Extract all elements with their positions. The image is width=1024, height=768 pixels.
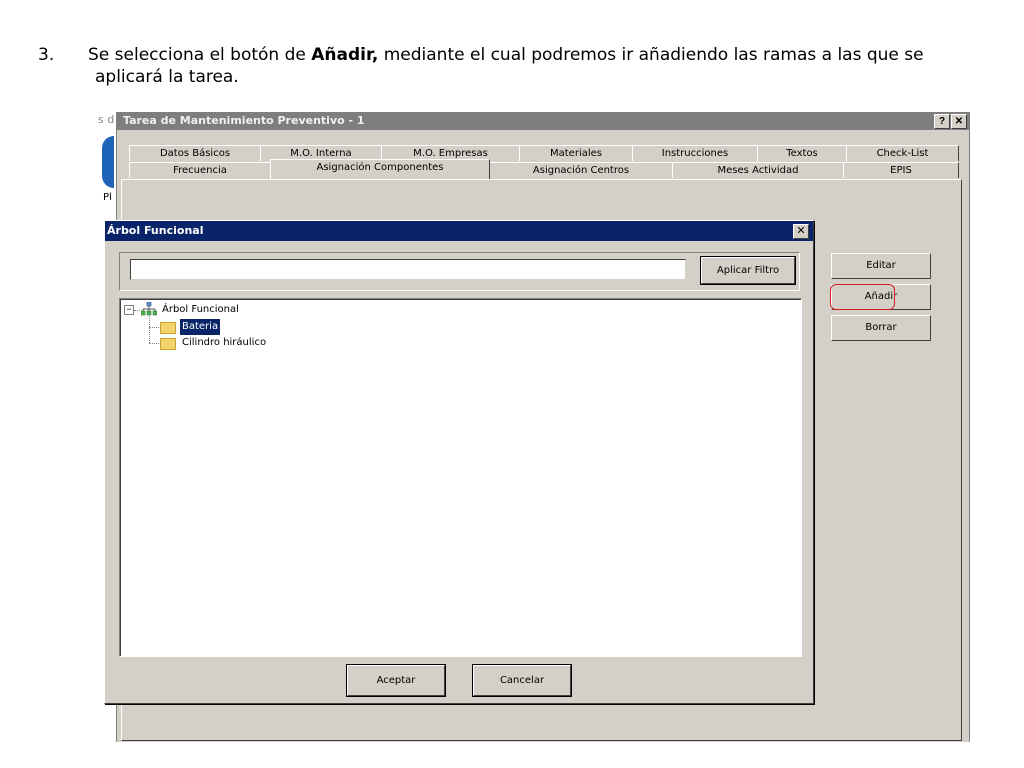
help-button[interactable]: ?	[934, 114, 950, 129]
dialog-titlebar[interactable]: Árbol Funcional ✕	[105, 221, 813, 241]
folder-icon	[160, 322, 176, 334]
filter-input[interactable]	[130, 259, 686, 280]
tab-frecuencia[interactable]: Frecuencia	[129, 162, 271, 178]
tree-root-label[interactable]: Árbol Funcional	[162, 302, 239, 318]
tab-asignacion-centros[interactable]: Asignación Centros	[489, 162, 673, 178]
instruction-bold: Añadir,	[311, 45, 379, 65]
main-window-titlebar[interactable]: Tarea de Mantenimiento Preventivo - 1 ? …	[117, 112, 969, 130]
accept-button[interactable]: Aceptar	[346, 664, 446, 697]
edit-button[interactable]: Editar	[831, 253, 931, 279]
functional-tree[interactable]: − Árbol Funcional Bateria Cilindro hiráu…	[119, 298, 802, 657]
tab-textos[interactable]: Textos	[757, 145, 847, 161]
instruction-text-after: mediante el cual podremos ir añadiendo l…	[378, 45, 924, 65]
instruction-line-1: Se selecciona el botón de Añadir, median…	[88, 44, 924, 66]
background-label-fragment: Pl	[103, 192, 112, 203]
apply-filter-button[interactable]: Aplicar Filtro	[700, 256, 796, 285]
tree-connector	[149, 327, 159, 328]
instruction-line-2: aplicará la tarea.	[95, 67, 239, 87]
background-window-fragment: s d	[98, 113, 115, 126]
tab-meses-actividad[interactable]: Meses Actividad	[672, 162, 844, 178]
instruction-text-before: Se selecciona el botón de	[88, 45, 312, 65]
background-app-icon	[102, 136, 114, 188]
collapse-icon[interactable]: −	[124, 305, 134, 315]
tab-datos-basicos[interactable]: Datos Básicos	[129, 145, 261, 161]
tab-materiales[interactable]: Materiales	[519, 145, 633, 161]
cancel-button[interactable]: Cancelar	[472, 664, 572, 697]
dialog-close-button[interactable]: ✕	[793, 224, 809, 239]
tab-check-list[interactable]: Check-List	[846, 145, 959, 161]
functional-tree-dialog: Árbol Funcional ✕ Aplicar Filtro − Árbol…	[104, 220, 814, 704]
tree-connector	[134, 310, 140, 311]
step-number: 3.	[38, 45, 55, 65]
tree-item-cilindro[interactable]: Cilindro hiráulico	[182, 335, 266, 351]
tree-item-bateria[interactable]: Bateria	[180, 319, 221, 335]
tab-instrucciones[interactable]: Instrucciones	[632, 145, 758, 161]
tree-connector	[149, 316, 150, 343]
main-close-button[interactable]: ✕	[951, 114, 967, 129]
tree-connector	[149, 343, 159, 344]
tab-asignacion-componentes[interactable]: Asignación Componentes	[270, 159, 490, 179]
delete-button[interactable]: Borrar	[831, 315, 931, 341]
filter-group: Aplicar Filtro	[119, 252, 800, 291]
tab-epis[interactable]: EPIS	[843, 162, 959, 178]
add-button-highlight	[830, 284, 895, 310]
tree-root-icon	[140, 301, 158, 316]
main-window-title: Tarea de Mantenimiento Preventivo - 1	[123, 114, 365, 127]
folder-icon	[160, 338, 176, 350]
dialog-title: Árbol Funcional	[107, 224, 204, 237]
